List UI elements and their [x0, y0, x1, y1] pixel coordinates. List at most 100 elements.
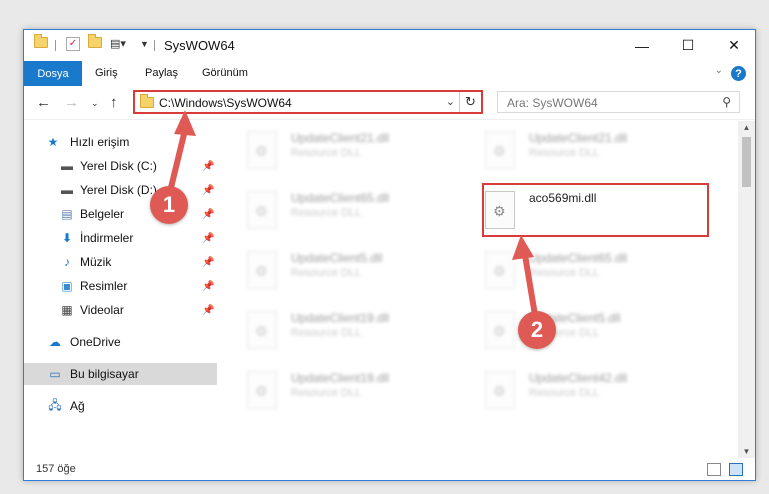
pin-icon[interactable]: 📌 — [202, 281, 214, 292]
file-name: UpdateClient42.dll — [529, 371, 628, 385]
tab-home[interactable]: Giriş — [95, 67, 118, 79]
pin-icon[interactable]: 📌 — [202, 305, 214, 316]
sidebar-item-label: Belgeler — [80, 207, 125, 221]
sidebar-item-pictures[interactable]: ▣ Resimler 📌 — [24, 275, 217, 297]
downloads-icon: ⬇ — [61, 231, 73, 245]
sidebar-item-videos[interactable]: ▦ Videolar 📌 — [24, 299, 217, 321]
dll-file-icon — [485, 371, 515, 409]
expand-ribbon-icon[interactable]: ⌄ — [715, 65, 723, 76]
properties-icon[interactable]: ✓ — [66, 37, 80, 51]
file-type: Resource DLL — [529, 147, 600, 159]
folder-icon — [34, 34, 48, 53]
sidebar-item-local-disk-d[interactable]: ▬ Yerel Disk (D:) 📌 — [24, 179, 217, 201]
item-count: 157 öğe — [36, 463, 76, 475]
minimize-button[interactable]: — — [619, 30, 665, 61]
list-item[interactable]: UpdateClient65.dll Resource DLL — [485, 249, 705, 299]
tab-share[interactable]: Paylaş — [145, 67, 178, 79]
sidebar-item-label: Resimler — [80, 279, 128, 293]
file-type: Resource DLL — [291, 207, 362, 219]
pin-icon[interactable]: 📌 — [202, 161, 214, 172]
list-item[interactable]: UpdateClient21.dll Resource DLL — [485, 129, 705, 179]
file-type: Resource DLL — [291, 327, 362, 339]
address-dropdown-icon[interactable]: ⌄ — [446, 95, 455, 108]
search-input[interactable]: Ara: SysWOW64 — [507, 96, 598, 110]
sidebar-item-onedrive[interactable]: ☁ OneDrive — [24, 331, 217, 353]
sidebar-item-label: İndirmeler — [80, 231, 134, 245]
sidebar-item-local-disk-c[interactable]: ▬ Yerel Disk (C:) 📌 — [24, 155, 217, 177]
tab-file[interactable]: Dosya — [24, 61, 82, 86]
pin-icon[interactable]: 📌 — [202, 185, 214, 196]
recent-locations-icon[interactable]: ⌄ — [91, 98, 99, 109]
file-name: UpdateClient19.dll — [291, 371, 390, 385]
maximize-button[interactable]: ☐ — [665, 30, 711, 61]
sidebar-item-quick-access[interactable]: ★ Hızlı erişim — [24, 131, 217, 153]
file-list: UpdateClient21.dll Resource DLL UpdateCl… — [217, 121, 737, 458]
forward-arrow-icon[interactable]: → — [64, 94, 79, 111]
address-bar[interactable]: C:\Windows\SysWOW64 ⌄ ↻ — [133, 90, 483, 114]
pin-icon[interactable]: 📌 — [202, 233, 214, 244]
search-box[interactable]: Ara: SysWOW64 ⚲ — [497, 91, 740, 113]
file-type: Resource DLL — [291, 147, 362, 159]
sidebar-item-music[interactable]: ♪ Müzik 📌 — [24, 251, 217, 273]
dll-file-icon — [485, 131, 515, 169]
sidebar-item-network[interactable]: 🖧 Ağ — [24, 395, 217, 417]
music-icon: ♪ — [64, 255, 70, 269]
file-type: Resource DLL — [291, 267, 362, 279]
file-name: UpdateClient21.dll — [529, 131, 628, 145]
list-item[interactable]: UpdateClient42.dll Resource DLL — [485, 369, 705, 419]
quick-access-dropdown-icon[interactable]: ▼ — [140, 39, 149, 55]
scroll-up-icon[interactable]: ▲ — [738, 123, 755, 132]
close-button[interactable]: ✕ — [711, 30, 755, 61]
dll-file-icon — [485, 311, 515, 349]
vertical-scrollbar[interactable]: ▲ ▼ — [738, 121, 755, 458]
list-item[interactable]: UpdateClient65.dll Resource DLL — [247, 189, 467, 239]
scroll-down-icon[interactable]: ▼ — [738, 447, 755, 456]
pin-icon[interactable]: 📌 — [202, 209, 214, 220]
divider — [55, 40, 56, 51]
list-item[interactable]: UpdateClient19.dll Resource DLL — [247, 309, 467, 359]
title-bar: ✓ ▤▾ ▼ SysWOW64 — ☐ ✕ — [24, 30, 755, 61]
sidebar-item-label: OneDrive — [70, 335, 121, 349]
explorer-window: ✓ ▤▾ ▼ SysWOW64 — ☐ ✕ Dosya Giriş Paylaş… — [23, 29, 756, 481]
divider — [154, 40, 155, 51]
status-bar: 157 öğe — [24, 458, 755, 480]
cloud-icon: ☁ — [49, 335, 61, 349]
help-icon[interactable]: ? — [731, 66, 746, 81]
dll-file-icon — [247, 131, 277, 169]
list-item[interactable]: UpdateClient19.dll Resource DLL — [247, 369, 467, 419]
pin-icon[interactable]: 📌 — [202, 257, 214, 268]
file-name: UpdateClient65.dll — [291, 191, 390, 205]
large-icons-view-icon[interactable] — [729, 463, 743, 476]
file-name: UpdateClient5.dll — [291, 251, 383, 265]
list-item[interactable]: UpdateClient5.dll Resource DLL — [247, 249, 467, 299]
back-arrow-icon[interactable]: ← — [36, 94, 51, 111]
network-icon: 🖧 — [48, 397, 62, 412]
navigation-pane: ★ Hızlı erişim ▬ Yerel Disk (C:) 📌 ▬ Yer… — [24, 121, 217, 458]
sidebar-item-label: Hızlı erişim — [70, 135, 130, 149]
computer-icon: ▭ — [49, 367, 61, 381]
address-path[interactable]: C:\Windows\SysWOW64 — [159, 96, 292, 110]
file-type: Resource DLL — [291, 387, 362, 399]
sidebar-item-documents[interactable]: ▤ Belgeler 📌 — [24, 203, 217, 225]
list-item[interactable]: UpdateClient21.dll Resource DLL — [247, 129, 467, 179]
customize-toolbar-icon[interactable]: ▤▾ — [110, 37, 126, 53]
star-icon: ★ — [47, 135, 59, 149]
tab-view[interactable]: Görünüm — [202, 67, 248, 79]
navigation-bar: ← → ⌄ ↑ C:\Windows\SysWOW64 ⌄ ↻ Ara: Sys… — [24, 86, 755, 120]
search-icon[interactable]: ⚲ — [722, 95, 731, 109]
drive-icon: ▬ — [61, 183, 73, 197]
documents-icon: ▤ — [61, 207, 73, 221]
callout-2: 2 — [518, 311, 556, 349]
file-name: UpdateClient21.dll — [291, 131, 390, 145]
details-view-icon[interactable] — [707, 463, 721, 476]
up-arrow-icon[interactable]: ↑ — [110, 94, 118, 111]
sidebar-item-this-pc[interactable]: ▭ Bu bilgisayar — [24, 363, 217, 385]
callout-1: 1 — [150, 186, 188, 224]
sidebar-item-downloads[interactable]: ⬇ İndirmeler 📌 — [24, 227, 217, 249]
ribbon: Dosya Giriş Paylaş Görünüm ⌄ ? — [24, 61, 755, 86]
refresh-icon[interactable]: ↻ — [459, 92, 481, 112]
dll-file-icon — [247, 251, 277, 289]
scrollbar-thumb[interactable] — [742, 137, 751, 187]
window-title: SysWOW64 — [164, 38, 235, 53]
new-folder-icon[interactable] — [88, 34, 102, 53]
